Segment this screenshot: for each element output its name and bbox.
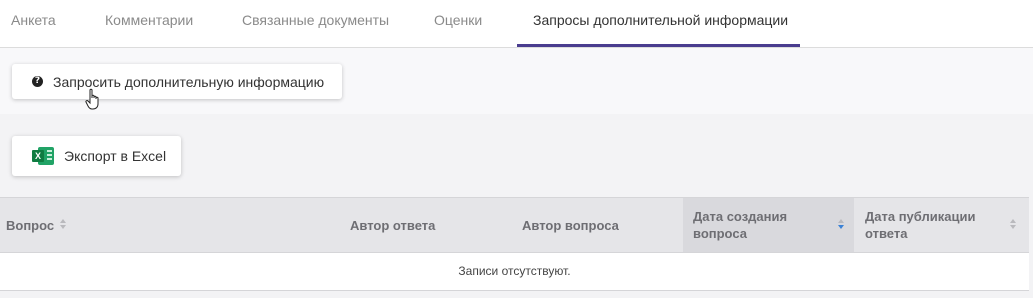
table-header: Вопрос Автор ответа Автор вопроса Дата с… bbox=[0, 197, 1029, 253]
sort-icon bbox=[1010, 219, 1017, 231]
tab-bar: Анкета Комментарии Связанные документы О… bbox=[0, 0, 1033, 48]
excel-icon: X bbox=[32, 146, 54, 166]
column-header-answer-published[interactable]: Дата публикации ответа bbox=[855, 198, 1029, 252]
tab-related-documents[interactable]: Связанные документы bbox=[242, 0, 389, 47]
column-header-question-author-label: Автор вопроса bbox=[522, 217, 619, 233]
column-header-answer-author: Автор ответа bbox=[344, 198, 512, 252]
empty-table-message: Записи отсутствуют. bbox=[0, 253, 1029, 291]
tab-ratings[interactable]: Оценки bbox=[434, 0, 482, 47]
request-info-button[interactable]: ? Запросить дополнительную информацию bbox=[12, 64, 342, 99]
column-header-question-label: Вопрос bbox=[6, 217, 55, 233]
hand-cursor-icon bbox=[85, 88, 99, 110]
question-circle-icon: ? bbox=[32, 76, 43, 87]
tab-questionnaire[interactable]: Анкета bbox=[11, 0, 56, 47]
column-header-question[interactable]: Вопрос bbox=[0, 198, 340, 252]
export-excel-button[interactable]: X Экспорт в Excel bbox=[12, 136, 181, 176]
tab-comments[interactable]: Комментарии bbox=[105, 0, 193, 47]
column-header-question-author: Автор вопроса bbox=[516, 198, 683, 252]
tab-info-requests[interactable]: Запросы дополнительной информации bbox=[533, 0, 788, 47]
sort-desc-icon bbox=[838, 219, 845, 231]
column-header-question-created[interactable]: Дата создания вопроса bbox=[683, 198, 854, 252]
export-excel-label: Экспорт в Excel bbox=[64, 148, 167, 164]
column-header-answer-published-label: Дата публикации ответа bbox=[865, 209, 976, 241]
active-tab-indicator bbox=[517, 44, 800, 47]
column-header-answer-author-label: Автор ответа bbox=[350, 217, 436, 233]
column-header-question-created-label: Дата создания вопроса bbox=[693, 209, 788, 241]
sort-icon bbox=[60, 219, 67, 231]
